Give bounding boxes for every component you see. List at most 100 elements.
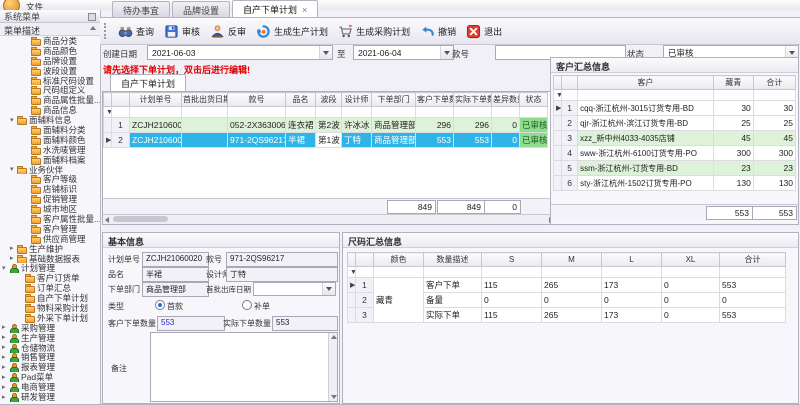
generate-purchase-plan-button[interactable]: 生成采购计划 [333, 22, 415, 41]
inner-tab-self-production-plan[interactable]: 自产下单计划 [110, 74, 186, 91]
sidebar-item[interactable]: 客户属性批量... [0, 214, 100, 224]
sidebar-item[interactable]: 波段设置 [0, 66, 100, 76]
sidebar-item[interactable]: ▸ 基础数据报表 [0, 254, 100, 264]
pin-icon[interactable] [88, 13, 96, 21]
table-row[interactable]: 6 sty-浙江杭州-1502订货专用-PO 130 130 [554, 176, 796, 191]
column-header[interactable]: 合计 [753, 76, 795, 90]
sidebar-item[interactable]: ▸ 仓储物流 [0, 343, 100, 353]
column-header[interactable]: 数量描述 [424, 253, 482, 267]
sidebar-item[interactable]: ▸ 电商管理 [0, 382, 100, 392]
sidebar-item[interactable]: ▸ 研发管理 [0, 392, 100, 402]
sidebar-item[interactable]: ▸ 生产维护 [0, 244, 100, 254]
sidebar-item[interactable]: 面辅料档案 [0, 155, 100, 165]
filter-row[interactable]: ▼ [554, 90, 796, 101]
caret-icon[interactable]: ▸ [2, 343, 9, 352]
table-row[interactable]: 3 xzz_新中州4033-4035店铺 45 45 [554, 131, 796, 146]
column-header[interactable]: 设计师 [342, 93, 372, 107]
remark-textarea[interactable] [150, 332, 338, 402]
date-from-picker[interactable]: 2021-06-03 [147, 45, 333, 60]
plan-no-field[interactable]: ZCJH21060020 [142, 252, 209, 267]
sidebar-item[interactable]: 客户等级 [0, 174, 100, 184]
first-out-date-picker[interactable] [253, 282, 336, 296]
chevron-down-icon[interactable] [319, 46, 332, 59]
exit-button[interactable]: 退出 [461, 22, 507, 41]
audit-button[interactable]: 审核 [159, 22, 205, 41]
caret-icon[interactable]: ▸ [2, 353, 9, 362]
sidebar-item[interactable]: 面辅料颜色 [0, 135, 100, 145]
sidebar-item[interactable]: 店铺标识 [0, 184, 100, 194]
column-header[interactable]: 状态 [520, 93, 548, 107]
product-field[interactable]: 半裙 [142, 267, 209, 282]
caret-icon[interactable]: ▸ [2, 393, 9, 402]
sidebar-item[interactable]: ▾ 业务伙伴 [0, 165, 100, 175]
tab-todo[interactable]: 待办事宜 [112, 1, 170, 17]
date-to-picker[interactable]: 2021-06-04 [353, 45, 454, 60]
sidebar-item[interactable]: 商品分类 [0, 36, 100, 46]
sidebar-item[interactable]: 城市地区 [0, 204, 100, 214]
column-header[interactable]: 首批出货日期 [182, 93, 228, 107]
scroll-up-icon[interactable] [331, 335, 337, 339]
style-no-field[interactable]: 971-2QS96217 [226, 252, 338, 267]
column-header[interactable]: 下单部门 [372, 93, 416, 107]
scroll-down-icon[interactable] [331, 395, 337, 399]
caret-icon[interactable]: ▸ [2, 373, 9, 382]
column-header[interactable]: S [482, 253, 542, 267]
type-radio-supplement[interactable] [242, 300, 252, 310]
caret-icon[interactable]: ▸ [10, 254, 17, 263]
sidebar-item[interactable]: 尺码组定义 [0, 85, 100, 95]
sidebar-item[interactable]: 物料采购计划 [0, 303, 100, 313]
caret-icon[interactable]: ▸ [2, 383, 9, 392]
column-header[interactable]: 藏青 [713, 76, 753, 90]
generate-production-plan-button[interactable]: 生成生产计划 [251, 22, 333, 41]
column-header[interactable]: XL [662, 253, 720, 267]
caret-icon[interactable]: ▾ [10, 165, 17, 174]
actual-qty-field[interactable]: 553 [272, 316, 338, 331]
toolbar-grip[interactable] [104, 23, 109, 39]
sidebar-item[interactable]: 供应商管理 [0, 234, 100, 244]
table-row[interactable]: 4 sww-浙江杭州-6100订货专用-PO 300 300 [554, 146, 796, 161]
caret-icon[interactable]: ▾ [10, 116, 17, 125]
column-header[interactable]: 品名 [286, 93, 316, 107]
table-row[interactable]: 1 ZCJH21060024 052-2X363006-1 连衣裙 第2波 许冰… [104, 118, 548, 133]
column-header[interactable]: 款号 [228, 93, 286, 107]
caret-icon[interactable]: ▾ [2, 264, 9, 273]
close-icon[interactable]: × [302, 5, 307, 15]
sidebar-item[interactable]: 商品信息 [0, 105, 100, 115]
type-radio-first[interactable] [155, 300, 165, 310]
column-header[interactable]: 客户 [578, 76, 714, 90]
sidebar-item[interactable]: 品牌设置 [0, 56, 100, 66]
sidebar-item[interactable]: ▸ 采购管理 [0, 323, 100, 333]
table-row[interactable]: ▶ 1 藏青 客户下单 115 265 173 0 553 [348, 278, 786, 293]
filter-row[interactable]: ▼ [348, 267, 786, 278]
column-header[interactable]: 颜色 [374, 253, 424, 267]
table-row[interactable]: 5 ssm-浙江杭州-订货专用-BD 23 23 [554, 161, 796, 176]
table-row[interactable]: ▶ 1 cqq-浙江杭州-3015订货专用-BD 30 30 [554, 101, 796, 116]
undo-button[interactable]: 撤销 [415, 22, 461, 41]
table-row[interactable]: 2 qjr-浙江杭州-滨江订货专用-BD 25 25 [554, 116, 796, 131]
scroll-up-icon[interactable] [90, 26, 96, 30]
sidebar-item[interactable]: 客户管理 [0, 224, 100, 234]
column-header[interactable]: 实际下单数量 [454, 93, 492, 107]
column-header[interactable]: 差异数量 [492, 93, 520, 107]
sidebar-item[interactable]: ▾ 计划管理 [0, 263, 100, 273]
horizontal-scrollbar[interactable] [103, 214, 555, 224]
vertical-scrollbar[interactable] [328, 333, 337, 401]
sidebar-item[interactable]: 促销管理 [0, 194, 100, 204]
table-row[interactable]: ▶ 2 ZCJH21060020 971-2QS96217 半裙 第1波 丁特 … [104, 133, 548, 148]
designer-field[interactable]: 丁特 [226, 267, 338, 282]
caret-icon[interactable]: ▸ [2, 333, 9, 342]
sidebar-item[interactable]: 客户订货单 [0, 273, 100, 283]
column-header[interactable]: 客户下单数量 [416, 93, 454, 107]
dept-field[interactable]: 商品管理部 [142, 282, 209, 297]
cust-qty-field[interactable]: 553 [157, 316, 225, 331]
sidebar-item[interactable]: 外采下单计划 [0, 313, 100, 323]
tab-brand-settings[interactable]: 品牌设置 [172, 1, 230, 17]
scrollbar-thumb[interactable] [113, 216, 168, 222]
sidebar-item[interactable]: ▸ 生产管理 [0, 333, 100, 343]
column-header[interactable]: L [602, 253, 662, 267]
sidebar-item[interactable]: ▸ 报表管理 [0, 362, 100, 372]
sidebar-item[interactable]: 标准尺码设置 [0, 76, 100, 86]
query-button[interactable]: 查询 [113, 22, 159, 41]
column-header[interactable]: 计划单号 [130, 93, 182, 107]
column-header[interactable]: 波段 [316, 93, 342, 107]
